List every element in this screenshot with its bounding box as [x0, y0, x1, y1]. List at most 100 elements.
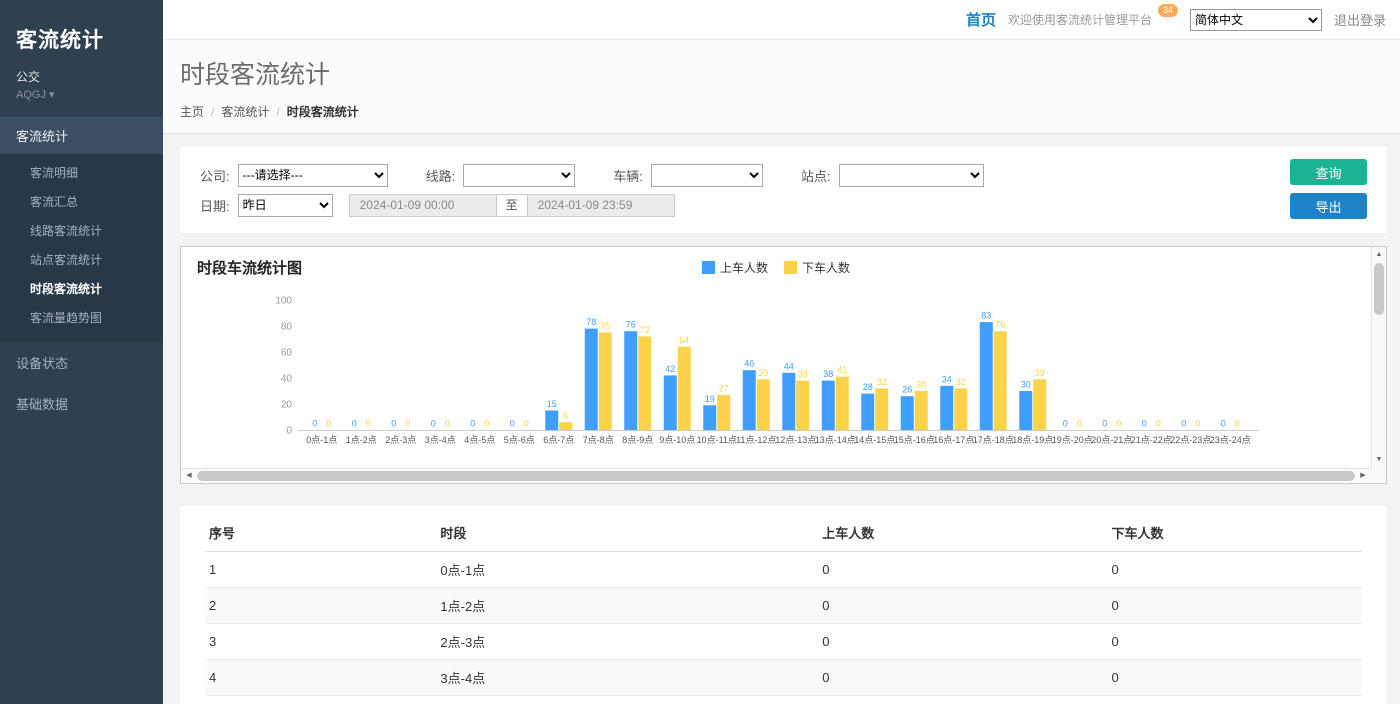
column-header: 序号 — [205, 514, 436, 552]
scroll-up-icon[interactable]: ▲ — [1372, 248, 1386, 262]
date-from-input[interactable] — [349, 194, 497, 217]
bar-alighting[interactable] — [638, 336, 651, 430]
breadcrumb-item: 时段客流统计 — [287, 105, 359, 119]
vertical-scrollbar-thumb[interactable] — [1374, 263, 1384, 315]
table-row: 43点-4点00 — [205, 660, 1362, 696]
table-body: 10点-1点0021点-2点0032点-3点0043点-4点0054点-5点00… — [205, 552, 1362, 704]
sidebar-item[interactable]: 基础数据 — [0, 383, 163, 424]
bar-alighting[interactable] — [678, 347, 691, 430]
bar-value-label-alighting: 0 — [1156, 419, 1161, 429]
table-cell: 5 — [205, 696, 436, 704]
bar-boarding[interactable] — [664, 375, 677, 430]
bar-value-label-alighting: 76 — [995, 320, 1005, 330]
bar-value-label-alighting: 0 — [445, 419, 450, 429]
export-button[interactable]: 导出 — [1290, 193, 1367, 219]
table-cell: 1 — [205, 552, 436, 588]
home-link[interactable]: 首页 — [966, 9, 996, 30]
bar-alighting[interactable] — [559, 422, 572, 430]
table-cell: 4 — [205, 660, 436, 696]
bar-value-label-boarding: 42 — [665, 364, 675, 374]
date-range-group: 至 — [349, 194, 675, 217]
x-axis-category-label: 2点-3点 — [385, 435, 416, 445]
bar-alighting[interactable] — [875, 388, 888, 430]
breadcrumb-item[interactable]: 客流统计 — [221, 105, 269, 119]
table-cell: 2点-3点 — [436, 624, 818, 660]
bar-boarding[interactable] — [585, 329, 598, 430]
x-axis-category-label: 13点-14点 — [815, 435, 856, 445]
page-title: 时段客流统计 — [180, 55, 1383, 91]
bar-boarding[interactable] — [782, 373, 795, 430]
x-axis-category-label: 16点-17点 — [933, 435, 974, 445]
bar-alighting[interactable] — [717, 395, 730, 430]
date-to-input[interactable] — [527, 194, 675, 217]
x-axis-category-label: 23点-24点 — [1210, 435, 1251, 445]
horizontal-scrollbar-thumb[interactable] — [197, 471, 1355, 481]
bar-alighting[interactable] — [954, 388, 967, 430]
bar-value-label-alighting: 64 — [679, 335, 689, 345]
sidebar-subitem[interactable]: 线路客流统计 — [0, 216, 163, 245]
bar-boarding[interactable] — [624, 331, 637, 430]
legend-swatch-icon — [784, 261, 797, 274]
breadcrumb-item[interactable]: 主页 — [180, 105, 204, 119]
line-select[interactable] — [463, 164, 575, 187]
sidebar-subitem[interactable]: 时段客流统计 — [0, 274, 163, 303]
y-axis-tick-label: 20 — [281, 400, 293, 411]
bar-alighting[interactable] — [836, 377, 849, 430]
scroll-left-icon[interactable]: ◀ — [182, 469, 196, 483]
sidebar-section-passenger-stats[interactable]: 客流统计 — [0, 117, 163, 154]
horizontal-scrollbar[interactable]: ◀ ▶ — [181, 468, 1371, 483]
logout-link[interactable]: 退出登录 — [1334, 10, 1386, 29]
sidebar-subitem[interactable]: 客流汇总 — [0, 187, 163, 216]
bar-chart-svg: 020406080100000点-1点001点-2点002点-3点003点-4点… — [197, 282, 1352, 450]
bar-alighting[interactable] — [796, 381, 809, 430]
legend-item[interactable]: 上车人数 — [702, 259, 768, 276]
sidebar-subitem[interactable]: 站点客流统计 — [0, 245, 163, 274]
table-cell: 0 — [1107, 696, 1362, 704]
org-name: 公交 — [0, 66, 163, 87]
vertical-scrollbar[interactable]: ▲ ▼ — [1371, 247, 1386, 483]
bar-boarding[interactable] — [545, 411, 558, 431]
table-cell: 0 — [818, 660, 1107, 696]
bar-value-label-boarding: 0 — [1063, 419, 1068, 429]
station-label: 站点: — [801, 166, 831, 185]
scroll-down-icon[interactable]: ▼ — [1372, 453, 1386, 467]
bar-value-label-alighting: 0 — [326, 419, 331, 429]
date-preset-select[interactable]: 昨日 — [238, 194, 333, 217]
legend-item[interactable]: 下车人数 — [784, 259, 850, 276]
bar-boarding[interactable] — [743, 370, 756, 430]
bar-value-label-alighting: 0 — [1235, 419, 1240, 429]
bar-boarding[interactable] — [901, 396, 914, 430]
bar-boarding[interactable] — [940, 386, 953, 430]
bar-value-label-alighting: 32 — [956, 377, 966, 387]
sidebar-subitem[interactable]: 客流明细 — [0, 158, 163, 187]
company-select[interactable]: ---请选择--- — [238, 164, 388, 187]
bar-boarding[interactable] — [1019, 391, 1032, 430]
bar-alighting[interactable] — [1033, 379, 1046, 430]
table-cell: 0 — [1107, 588, 1362, 624]
bar-alighting[interactable] — [599, 333, 612, 431]
bar-value-label-boarding: 19 — [705, 394, 715, 404]
query-button[interactable]: 查询 — [1290, 159, 1367, 185]
bar-boarding[interactable] — [703, 405, 716, 430]
bar-value-label-alighting: 72 — [640, 325, 650, 335]
bar-boarding[interactable] — [861, 394, 874, 430]
table-cell: 0 — [818, 552, 1107, 588]
notification-badge[interactable]: 34 — [1158, 4, 1178, 17]
station-select[interactable] — [839, 164, 984, 187]
bar-alighting[interactable] — [915, 391, 928, 430]
table-cell: 0 — [1107, 660, 1362, 696]
bar-boarding[interactable] — [822, 381, 835, 430]
table-row: 54点-5点00 — [205, 696, 1362, 704]
scroll-right-icon[interactable]: ▶ — [1356, 469, 1370, 483]
bar-boarding[interactable] — [980, 322, 993, 430]
user-menu[interactable]: AQGJ ▾ — [0, 87, 163, 117]
sidebar-item[interactable]: 设备状态 — [0, 342, 163, 383]
x-axis-category-label: 17点-18点 — [973, 435, 1014, 445]
bar-alighting[interactable] — [757, 379, 770, 430]
vehicle-select[interactable] — [651, 164, 763, 187]
sidebar-subitem[interactable]: 客流量趋势图 — [0, 303, 163, 332]
language-select[interactable]: 简体中文 — [1190, 9, 1322, 31]
x-axis-category-label: 21点-22点 — [1131, 435, 1172, 445]
table-cell: 0 — [818, 588, 1107, 624]
bar-alighting[interactable] — [994, 331, 1007, 430]
